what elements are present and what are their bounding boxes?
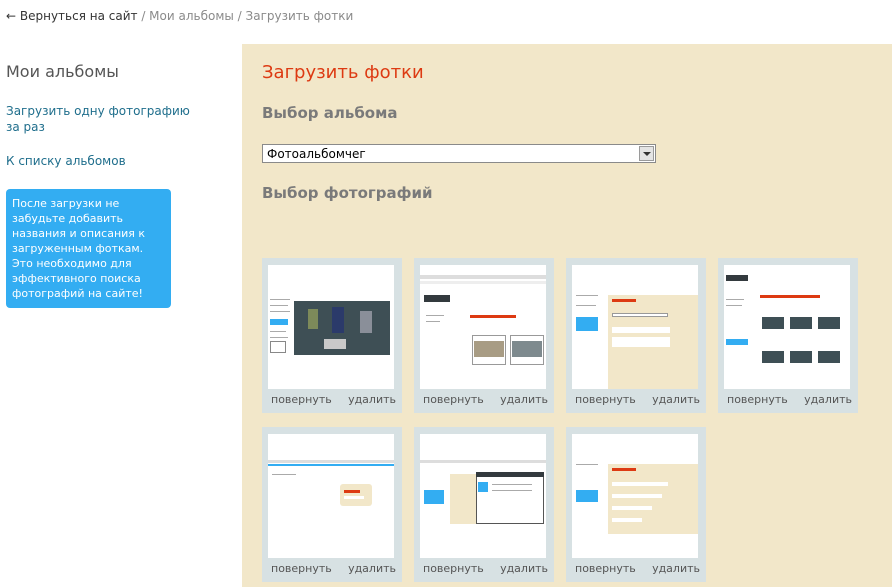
photo-tile: повернуть удалить bbox=[262, 427, 402, 582]
photos-section-heading: Выбор фотографий bbox=[262, 184, 433, 202]
photo-tile: повернуть удалить bbox=[718, 258, 858, 413]
upload-panel: Загрузить фотки Выбор альбома Фотоальбом… bbox=[242, 44, 892, 587]
delete-button[interactable]: удалить bbox=[652, 562, 700, 575]
album-section-heading: Выбор альбома bbox=[262, 104, 398, 122]
sidebar-title: Мои альбомы bbox=[6, 62, 119, 81]
breadcrumb-current: Загрузить фотки bbox=[245, 9, 354, 23]
photo-thumbnail[interactable] bbox=[268, 434, 394, 558]
delete-button[interactable]: удалить bbox=[500, 562, 548, 575]
page-title: Загрузить фотки bbox=[262, 62, 424, 83]
rotate-button[interactable]: повернуть bbox=[575, 562, 636, 575]
breadcrumb-separator: / bbox=[137, 9, 150, 23]
photo-tile: повернуть удалить bbox=[566, 258, 706, 413]
album-list-link[interactable]: К списку альбомов bbox=[6, 153, 172, 169]
chevron-down-icon[interactable] bbox=[639, 146, 654, 161]
photo-tile: повернуть удалить bbox=[566, 427, 706, 582]
breadcrumb-my-albums: Мои альбомы bbox=[149, 9, 234, 23]
rotate-button[interactable]: повернуть bbox=[727, 393, 788, 406]
hint-box: После загрузки не забудьте добавить назв… bbox=[6, 189, 171, 308]
photo-thumbnail[interactable] bbox=[420, 265, 546, 389]
rotate-button[interactable]: повернуть bbox=[423, 393, 484, 406]
album-select[interactable]: Фотоальбомчег bbox=[262, 144, 656, 163]
delete-button[interactable]: удалить bbox=[348, 393, 396, 406]
photo-thumbnail[interactable] bbox=[724, 265, 850, 389]
delete-button[interactable]: удалить bbox=[804, 393, 852, 406]
rotate-button[interactable]: повернуть bbox=[575, 393, 636, 406]
back-to-site-link[interactable]: ← Вернуться на сайт bbox=[6, 9, 138, 23]
rotate-button[interactable]: повернуть bbox=[423, 562, 484, 575]
rotate-button[interactable]: повернуть bbox=[271, 393, 332, 406]
delete-button[interactable]: удалить bbox=[348, 562, 396, 575]
photo-thumbnail[interactable] bbox=[572, 265, 698, 389]
photo-tile: повернуть удалить bbox=[414, 258, 554, 413]
photo-thumbnail[interactable] bbox=[572, 434, 698, 558]
upload-one-photo-link[interactable]: Загрузить одну фотографию за раз bbox=[6, 103, 196, 135]
photo-thumbnail[interactable] bbox=[268, 265, 394, 389]
delete-button[interactable]: удалить bbox=[500, 393, 548, 406]
photo-tile: повернуть удалить bbox=[262, 258, 402, 413]
photo-tile: повернуть удалить bbox=[414, 427, 554, 582]
photo-thumbnail[interactable] bbox=[420, 434, 546, 558]
rotate-button[interactable]: повернуть bbox=[271, 562, 332, 575]
sidebar: Мои альбомы Загрузить одну фотографию за… bbox=[6, 62, 190, 308]
breadcrumb-separator: / bbox=[233, 9, 246, 23]
album-select-value: Фотоальбомчег bbox=[267, 147, 366, 161]
breadcrumb: ← Вернуться на сайт / Мои альбомы / Загр… bbox=[6, 9, 353, 23]
delete-button[interactable]: удалить bbox=[652, 393, 700, 406]
